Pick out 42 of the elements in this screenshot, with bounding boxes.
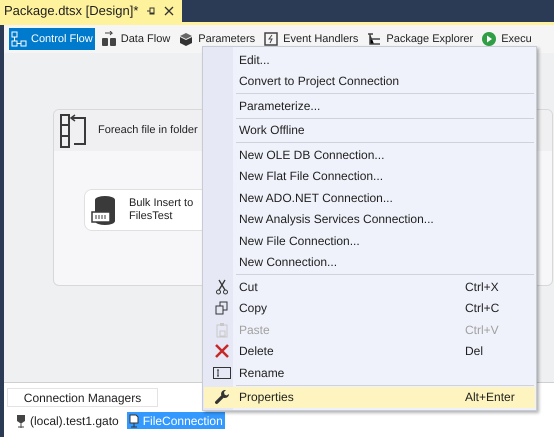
- menu-item[interactable]: New Flat File Connection...: [204, 166, 535, 187]
- rename-icon: [212, 366, 230, 380]
- menu-item[interactable]: Copy Ctrl+C: [204, 298, 535, 319]
- menu-item[interactable]: Convert to Project Connection: [204, 70, 535, 92]
- document-tab[interactable]: Package.dtsx [Design]*: [0, 0, 182, 22]
- menu-item[interactable]: Properties Alt+Enter: [204, 386, 535, 408]
- box-icon: [178, 31, 194, 47]
- pin-icon[interactable]: [146, 6, 156, 16]
- menu-item[interactable]: Rename: [204, 362, 535, 384]
- wrench-icon: [214, 389, 230, 406]
- play-icon: [481, 31, 498, 47]
- menu-item[interactable]: Cut Ctrl+X: [204, 276, 535, 298]
- container-title: Foreach file in folder: [98, 123, 198, 138]
- menu-item[interactable]: New OLE DB Connection...: [204, 144, 535, 166]
- menu-item[interactable]: New Connection...: [204, 252, 535, 273]
- menu-item[interactable]: Edit...: [204, 49, 535, 70]
- designer-tab[interactable]: Data Flow: [98, 28, 172, 50]
- database-flow-icon: [100, 31, 117, 47]
- scissors-icon: [214, 278, 230, 295]
- copy-icon: [214, 300, 230, 316]
- plug-icon: [16, 414, 26, 428]
- file-plug-icon: [128, 414, 139, 428]
- designer-tab[interactable]: Event Handlers: [261, 28, 360, 50]
- connection-item[interactable]: (local).test1.gato: [14, 412, 121, 429]
- designer-tab[interactable]: Package Explorer: [364, 28, 476, 50]
- menu-item[interactable]: Delete Del: [204, 340, 535, 362]
- menu-item[interactable]: New File Connection...: [204, 230, 535, 252]
- task-title: Bulk Insert to FilesTest: [129, 197, 194, 223]
- designer-tab[interactable]: Execu: [479, 28, 534, 50]
- close-icon[interactable]: [164, 6, 174, 16]
- delete-icon: [214, 343, 230, 360]
- flowchart-icon: [11, 31, 27, 47]
- menu-item[interactable]: Parameterize...: [204, 95, 535, 116]
- event-icon: [263, 31, 280, 47]
- clipboard-icon: [214, 322, 230, 338]
- panel-tab[interactable]: Connection Managers: [7, 388, 158, 407]
- designer-tab[interactable]: Control Flow: [9, 28, 95, 50]
- menu-item[interactable]: Work Offline: [204, 120, 535, 141]
- tree-icon: [366, 31, 382, 47]
- designer-tab[interactable]: Parameters: [176, 28, 258, 50]
- document-tab-title: Package.dtsx [Design]*: [4, 2, 138, 20]
- loop-icon: [60, 114, 88, 148]
